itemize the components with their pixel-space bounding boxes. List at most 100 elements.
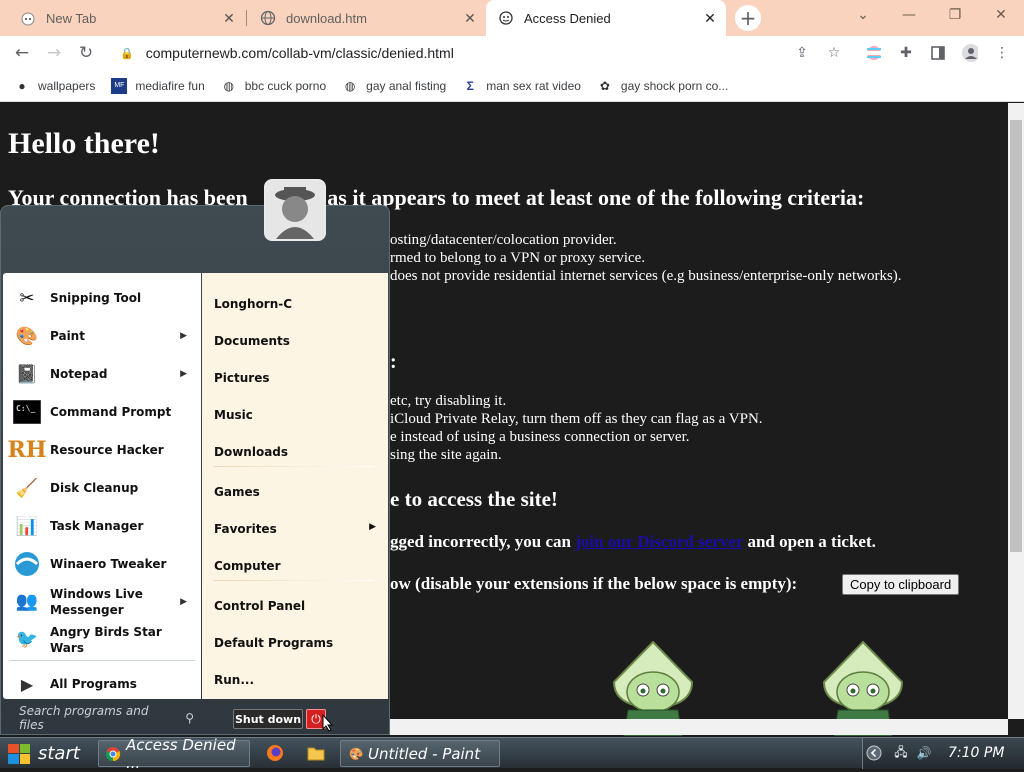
close-icon[interactable]: ✕	[221, 10, 237, 26]
place-games[interactable]: Games	[214, 485, 260, 499]
program-angry-birds[interactable]: 🐦 Angry Birds Star Wars	[3, 621, 201, 659]
place-pictures[interactable]: Pictures	[214, 371, 270, 385]
close-icon[interactable]: ✕	[462, 10, 478, 26]
forward-button[interactable]: →	[40, 39, 68, 67]
back-button[interactable]: ←	[8, 39, 36, 67]
horizontal-scrollbar[interactable]	[390, 719, 1008, 735]
place-music[interactable]: Music	[214, 408, 253, 422]
program-windows-live-messenger[interactable]: 👥 Windows Live Messenger ▶	[3, 583, 201, 621]
all-programs-button[interactable]: ▶ All Programs	[3, 665, 201, 703]
program-notepad[interactable]: 📓 Notepad ▶	[3, 355, 201, 393]
profile-avatar-icon[interactable]	[962, 44, 978, 62]
start-menu-programs-pane: ✂ Snipping Tool 🎨 Paint ▶ 📓 Notepad ▶ C:…	[3, 273, 201, 699]
tab-download[interactable]: download.htm ✕	[248, 0, 486, 36]
globe-icon: ◍	[344, 78, 356, 93]
folder-icon[interactable]	[307, 744, 325, 762]
program-label: Disk Cleanup	[50, 481, 139, 495]
address-bar[interactable]: 🔒 computernewb.com/collab-vm/classic/den…	[108, 39, 846, 67]
place-downloads[interactable]: Downloads	[214, 445, 288, 459]
program-resource-hacker[interactable]: RH Resource Hacker	[3, 431, 201, 469]
share-icon[interactable]: ⇪	[794, 45, 810, 61]
criteria-item: osting/datacenter/colocation provider.	[390, 232, 617, 248]
start-search-input[interactable]: Search programs and files ⚲	[9, 704, 194, 732]
taskbar-item-label: Access Denied ...	[126, 735, 236, 772]
bookmark-wallpapers[interactable]: ● wallpapers	[14, 78, 95, 94]
tip-item: e instead of using a business connection…	[390, 429, 690, 445]
place-longhorn-c[interactable]: Longhorn-C	[214, 297, 292, 311]
place-favorites[interactable]: Favorites ▶	[214, 522, 376, 536]
program-paint[interactable]: 🎨 Paint ▶	[3, 317, 201, 355]
tray-expand-icon[interactable]	[866, 745, 882, 761]
program-label: Angry Birds Star Wars	[50, 625, 162, 655]
bookmark-label: gay anal fisting	[366, 78, 447, 93]
reload-button[interactable]: ↻	[72, 39, 100, 67]
shut-down-button[interactable]: Shut down	[233, 709, 303, 729]
minimize-button[interactable]: —	[886, 0, 932, 30]
place-default-programs[interactable]: Default Programs	[214, 636, 333, 650]
close-icon[interactable]: ✕	[702, 10, 718, 26]
place-documents[interactable]: Documents	[214, 334, 290, 348]
vertical-scroll-thumb[interactable]	[1010, 120, 1022, 552]
program-label: Notepad	[50, 367, 108, 381]
taskbar-clock[interactable]: 7:10 PM	[948, 745, 1004, 761]
access-heading: e to access the site!	[390, 487, 558, 511]
start-button[interactable]: start	[0, 738, 92, 769]
program-task-manager[interactable]: 📊 Task Manager	[3, 507, 201, 545]
criteria-item: does not provide residential internet se…	[390, 268, 902, 284]
taskbar-item-paint[interactable]: 🎨 Untitled - Paint	[340, 740, 500, 767]
firefox-icon[interactable]	[266, 744, 284, 762]
puzzle-icon	[498, 10, 514, 26]
extension-flag-icon[interactable]	[866, 45, 882, 61]
taskbar-item-chrome[interactable]: Access Denied ...	[98, 736, 250, 772]
chevron-down-icon: ⌄	[857, 7, 869, 23]
tab-access-denied[interactable]: Access Denied ✕	[486, 0, 726, 36]
close-icon: ✕	[995, 7, 1007, 23]
bookmark-rat-video[interactable]: Σ man sex rat video	[462, 78, 581, 94]
winaero-icon	[11, 548, 43, 580]
disk-icon: 🧹	[15, 477, 39, 499]
sigma-icon: Σ	[466, 78, 474, 93]
program-winaero-tweaker[interactable]: Winaero Tweaker	[3, 545, 201, 583]
place-run[interactable]: Run...	[214, 673, 254, 687]
tab-search-button[interactable]: ⌄	[840, 0, 886, 30]
bookmark-shock-porn[interactable]: ✿ gay shock porn co...	[597, 78, 728, 94]
arrow-left-icon: ←	[14, 43, 30, 63]
search-icon: ⚲	[185, 711, 194, 725]
bookmark-star-icon[interactable]: ☆	[826, 45, 842, 61]
restore-button[interactable]: ❐	[932, 0, 978, 30]
bookmarks-bar: ● wallpapers MF mediafire fun ◍ bbc cuck…	[0, 70, 1024, 102]
bookmark-bbc[interactable]: ◍ bbc cuck porno	[221, 78, 327, 94]
menu-kebab-icon[interactable]: ⋮	[994, 45, 1010, 61]
chrome-icon	[105, 746, 121, 762]
copy-to-clipboard-button[interactable]: Copy to clipboard	[842, 574, 960, 595]
network-icon[interactable]: 🖧	[893, 745, 909, 761]
place-computer[interactable]: Computer	[214, 559, 280, 573]
submenu-arrow-icon: ▶	[369, 522, 376, 532]
program-command-prompt[interactable]: C:\_ Command Prompt	[3, 393, 201, 431]
close-window-button[interactable]: ✕	[978, 0, 1024, 30]
extensions-puzzle-icon[interactable]: ✚	[898, 45, 914, 61]
volume-icon[interactable]: 🔊	[916, 745, 932, 761]
tab-new-tab[interactable]: New Tab ✕	[0, 0, 245, 36]
bookmark-mediafire[interactable]: MF mediafire fun	[111, 77, 205, 94]
clipboard-line: ow (disable your extensions if the below…	[390, 574, 798, 593]
bookmark-label: wallpapers	[38, 78, 96, 93]
globe-icon: ◍	[223, 78, 234, 93]
discord-link[interactable]: join our Discord server	[575, 532, 743, 551]
program-disk-cleanup[interactable]: 🧹 Disk Cleanup	[3, 469, 201, 507]
submenu-arrow-icon: ▶	[180, 597, 187, 607]
scissors-icon: ✂	[19, 287, 35, 309]
side-panel-icon[interactable]	[930, 45, 946, 61]
url-text: computernewb.com/collab-vm/classic/denie…	[145, 45, 454, 61]
tab-title: Access Denied	[524, 10, 611, 26]
all-programs-label: All Programs	[50, 677, 137, 691]
new-tab-button[interactable]: +	[735, 5, 761, 31]
user-avatar[interactable]	[264, 179, 326, 241]
bookmark-label: mediafire fun	[135, 78, 205, 93]
place-control-panel[interactable]: Control Panel	[214, 599, 305, 613]
browser-toolbar: ← → ↻ 🔒 computernewb.com/collab-vm/class…	[0, 36, 1024, 70]
submenu-arrow-icon: ▶	[180, 369, 187, 379]
program-label: Windows Live Messenger	[50, 587, 143, 617]
program-snipping-tool[interactable]: ✂ Snipping Tool	[3, 279, 201, 317]
bookmark-gay-anal[interactable]: ◍ gay anal fisting	[342, 78, 446, 94]
